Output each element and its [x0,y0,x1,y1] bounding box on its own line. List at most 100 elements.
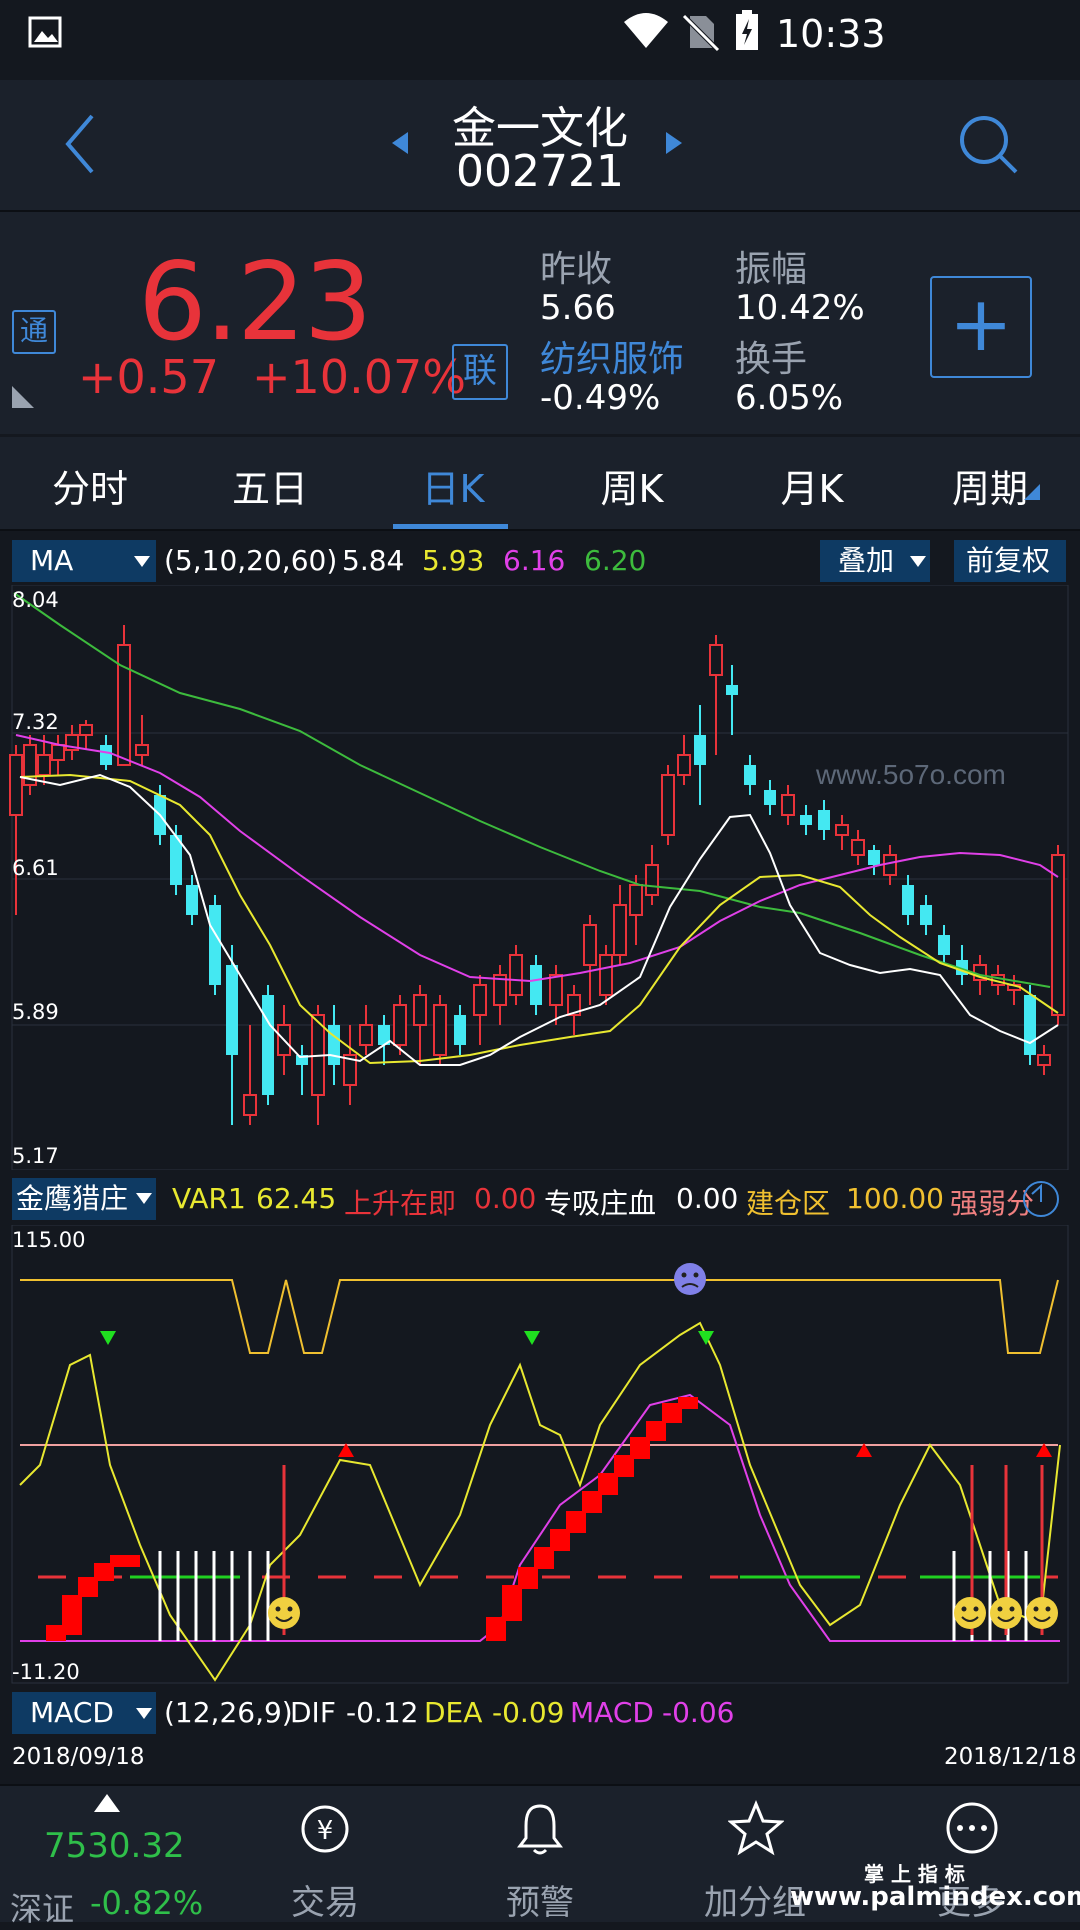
tab-intraday[interactable]: 分时 [30,458,150,513]
prev-close-label: 昨收 [540,249,613,290]
gallery-icon [28,16,62,48]
candle-body [920,905,932,925]
up-soon-label: 上升在即 [344,1187,457,1220]
macd-params: (12,26,9) [164,1696,293,1729]
index-value[interactable]: 7530.32 [44,1826,185,1866]
badge-tong[interactable]: 通 [12,310,56,354]
macd-selector[interactable]: MACD [12,1692,156,1734]
no-sim-icon [682,14,720,52]
candle-body [117,644,131,766]
candle-body [79,724,93,736]
candle-body [709,644,723,676]
nav-alert[interactable]: 预警 [465,1875,615,1924]
smiley-icon [1026,1597,1058,1629]
add-watchlist-button[interactable]: + [930,276,1032,378]
active-tab-indicator [393,524,508,529]
dif-label: DIF [290,1696,336,1729]
candle-body [661,774,675,836]
chevron-down-icon [136,1193,152,1204]
star-icon[interactable] [728,1800,784,1856]
candle-body [209,905,221,985]
prev-close-value: 5.66 [540,288,616,328]
candle-body [902,885,914,915]
tab-five-day[interactable]: 五日 [210,458,330,513]
build-zone-value: 100.00 [846,1182,944,1215]
y-axis-label-1: 8.04 [12,588,59,612]
status-time: 10:33 [776,12,886,56]
candle-body [549,974,563,1006]
ma60-value: 6.20 [584,544,647,577]
candle-body [530,965,542,1005]
candle-body [1037,1054,1051,1066]
macd-value: -0.06 [662,1696,735,1729]
amplitude-label: 振幅 [735,249,808,290]
sector-label[interactable]: 纺织服饰 [540,330,684,382]
candle-body [835,824,849,836]
candle-body [9,754,23,816]
candle-body [359,1024,373,1046]
chevron-down-icon [134,556,150,567]
candle-body [818,810,830,830]
corner-triangle-icon [12,386,34,408]
chevron-down-icon [136,1708,152,1719]
y-axis-label-3: 6.61 [12,856,59,880]
kline-chart[interactable]: www.5o7o.com [0,585,1080,1170]
sad-face-icon [674,1263,706,1295]
index-change: -0.82% [90,1884,204,1922]
indicator2-chart[interactable] [0,1225,1080,1685]
date-start: 2018/09/18 [12,1744,145,1770]
period-dropdown-icon [1024,484,1040,500]
candle-body [613,904,627,956]
more-icon[interactable] [944,1800,1000,1856]
var1-value: 62.45 [256,1182,337,1215]
y-axis-label-2: 7.32 [12,710,59,734]
candle-body [938,935,950,955]
sector-change: -0.49% [540,378,661,418]
dea-value: -0.09 [492,1696,565,1729]
macd-label: MACD [570,1696,654,1729]
candle-body [393,1004,407,1046]
y-axis-label-4: 5.89 [12,1000,59,1024]
cycle-icon[interactable] [1020,1178,1062,1220]
ind2-top-label: 115.00 [12,1228,86,1252]
adjust-button[interactable]: 前复权 [954,540,1066,582]
dif-value: -0.12 [346,1696,419,1729]
build-zone-label: 建仓区 [746,1187,831,1220]
tab-monthly-k[interactable]: 月K [752,458,872,513]
absorb-value: 0.00 [676,1182,739,1215]
trade-icon[interactable]: ¥ [298,1802,352,1856]
badge-lian[interactable]: 联 [452,344,508,400]
candle-body [1024,995,1036,1055]
candle-body [744,765,756,785]
candle-body [781,794,795,816]
candle-body [100,745,112,765]
next-stock-icon[interactable] [664,130,684,156]
smiley-icon [990,1597,1022,1629]
indicator2-selector-label: 金鹰猎庄 [16,1182,129,1215]
candle-body [599,954,613,996]
macd-selector-label: MACD [30,1696,114,1729]
ma-params: (5,10,20,60) [164,544,338,577]
tab-daily-k[interactable]: 日K [393,458,513,513]
turnover-label: 换手 [735,339,808,380]
current-price: 6.23 [138,240,372,365]
indicator2-selector[interactable]: 金鹰猎庄 [12,1178,156,1220]
var1-label: VAR1 [172,1182,246,1215]
back-icon[interactable] [60,112,100,176]
amplitude-value: 10.42% [735,288,865,328]
candle-body [583,924,597,966]
search-icon[interactable] [956,112,1020,176]
period-tabs [0,437,1080,531]
bell-icon[interactable] [516,1800,564,1858]
overlay-label: 叠加 [838,544,895,577]
brand-url: www.palmindex.com [790,1882,1080,1912]
smiley-icon [268,1597,300,1629]
candle-body [186,885,198,915]
nav-trade[interactable]: 交易 [250,1875,400,1924]
candle-body [226,965,238,1055]
candle-body [328,1025,340,1065]
candle-body [645,864,659,896]
ma20-value: 6.16 [503,544,566,577]
candle-body [135,744,149,756]
tab-weekly-k[interactable]: 周K [572,458,692,513]
